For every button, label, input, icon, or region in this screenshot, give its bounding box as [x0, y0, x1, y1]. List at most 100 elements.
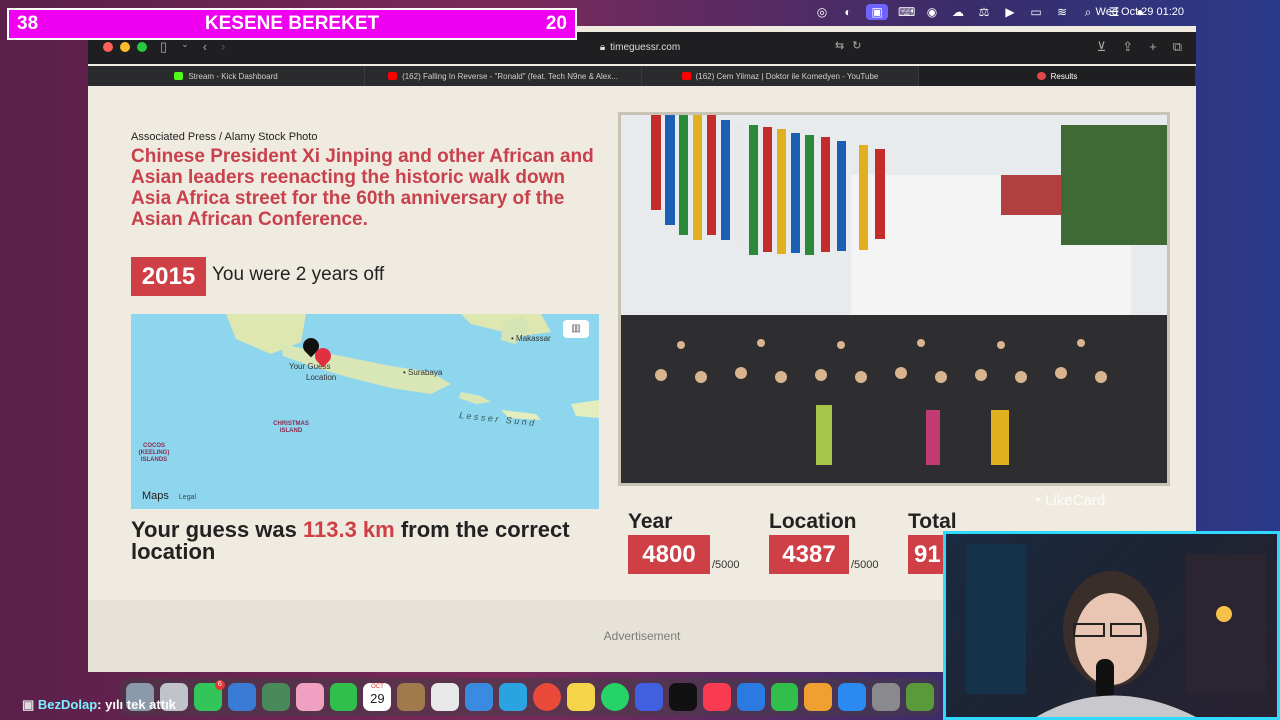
- wifi-icon[interactable]: ≋: [1054, 4, 1070, 20]
- traffic-lights: [103, 42, 147, 52]
- facetime-icon[interactable]: [329, 683, 358, 711]
- close-icon[interactable]: [103, 42, 113, 52]
- share-icon[interactable]: ⇪: [1122, 39, 1133, 55]
- microphone: [1096, 659, 1114, 699]
- tab-youtube-video[interactable]: (162) Cem Yilmaz | Doktor ile Komedyen -…: [642, 66, 919, 86]
- cloud-icon[interactable]: ☁: [950, 4, 966, 20]
- play-icon[interactable]: ▶: [1002, 4, 1018, 20]
- distance-summary: Your guess was 113.3 km from the correct…: [131, 519, 611, 563]
- settings-icon[interactable]: [872, 683, 901, 711]
- distance-value: 113.3 km: [302, 517, 395, 542]
- lock-icon: 🔒︎: [599, 41, 606, 53]
- chat-username: BezDolap: [37, 697, 98, 712]
- battery-icon[interactable]: ▭: [1028, 4, 1044, 20]
- map-land: [226, 314, 599, 420]
- wallet-icon[interactable]: ◎: [814, 4, 830, 20]
- tab-youtube-music[interactable]: (162) Falling In Reverse - "Ronald" (fea…: [365, 66, 642, 86]
- mail-icon[interactable]: [227, 683, 256, 711]
- messages-icon[interactable]: 6: [193, 680, 225, 711]
- new-tab-icon[interactable]: +: [1149, 39, 1157, 55]
- photos-icon[interactable]: [295, 683, 324, 711]
- address-bar[interactable]: 🔒︎ timeguessr.com: [420, 38, 860, 56]
- search-icon[interactable]: ⌕: [1080, 4, 1096, 20]
- shelf: [966, 544, 1026, 694]
- calendar-icon[interactable]: OCT 29: [363, 683, 392, 711]
- safari-icon[interactable]: [465, 683, 494, 711]
- label-makassar: • Makassar: [511, 334, 551, 343]
- kick-icon: [174, 72, 184, 80]
- app-store-icon[interactable]: [838, 683, 867, 711]
- photo-description: Chinese President Xi Jinping and other A…: [131, 146, 594, 230]
- score-total-value: 91: [908, 535, 944, 574]
- tab-label: Stream - Kick Dashboard: [188, 71, 278, 81]
- score-year-max: /5000: [712, 559, 740, 571]
- calendar-day: 29: [370, 691, 385, 706]
- telegram-icon[interactable]: [499, 683, 528, 711]
- tab-results[interactable]: Results: [919, 66, 1196, 86]
- shelf-right: [1186, 554, 1266, 694]
- keynote-icon[interactable]: [736, 683, 765, 711]
- eye-icon[interactable]: ◉: [924, 4, 940, 20]
- back-icon[interactable]: ‹: [203, 39, 207, 55]
- photo-credit: Associated Press / Alamy Stock Photo: [131, 131, 318, 143]
- label-makassar-text: Makassar: [516, 334, 551, 343]
- tab-kick[interactable]: Stream - Kick Dashboard: [88, 66, 365, 86]
- chrome-icon[interactable]: [533, 683, 561, 711]
- reminders-icon[interactable]: [431, 683, 460, 711]
- notes-archive-icon[interactable]: [397, 683, 426, 711]
- music-icon[interactable]: [702, 683, 731, 711]
- minimize-icon[interactable]: [120, 42, 130, 52]
- label-surabaya: • Surabaya: [403, 368, 442, 377]
- map-type-button[interactable]: ▥: [563, 320, 589, 338]
- label-location: Location: [306, 373, 337, 382]
- tab-label: Results: [1050, 71, 1078, 81]
- label-christmas-island: CHRISTMAS ISLAND: [273, 421, 309, 434]
- likecard-watermark: ◔ LikeCard: [1032, 492, 1105, 509]
- youtube-icon: [388, 72, 398, 80]
- forward-icon[interactable]: ›: [221, 39, 225, 55]
- yellow-outfit: [991, 410, 1009, 465]
- city-dot: •: [403, 368, 406, 377]
- notes-icon[interactable]: [566, 683, 595, 711]
- score-year-value: 4800: [628, 535, 710, 574]
- maps-icon[interactable]: [261, 683, 290, 711]
- reload-icon[interactable]: ↻: [852, 39, 861, 52]
- sidebar-icon[interactable]: ▯: [160, 39, 167, 55]
- chevron-down-icon[interactable]: ⌄: [181, 39, 189, 55]
- city-dot: •: [511, 334, 514, 343]
- chat-text: : yılı tek attık: [97, 697, 176, 712]
- score-location-value: 4387: [769, 535, 849, 574]
- keyboard-icon[interactable]: ⌨: [898, 4, 915, 20]
- photo-scene: [621, 115, 1167, 483]
- trees: [1061, 125, 1167, 245]
- download-icon[interactable]: ⊻: [1097, 39, 1107, 55]
- webcam-overlay: [943, 531, 1280, 720]
- result-map[interactable]: • Makassar • Surabaya Your Guess Locatio…: [131, 314, 599, 509]
- menu-clock[interactable]: Wed Oct 29 01:20: [1096, 6, 1184, 18]
- legal-link[interactable]: Legal: [179, 494, 196, 501]
- banner-left-count: 38: [17, 13, 39, 34]
- whatsapp-icon[interactable]: [600, 683, 629, 711]
- tab-overview-icon[interactable]: ⧉: [1173, 39, 1182, 55]
- zoom-icon[interactable]: [137, 42, 147, 52]
- apple-maps-attribution: Maps Legal: [138, 490, 196, 502]
- chat-message: ▣ BezDolap: yılı tek attık: [22, 697, 176, 713]
- scale-icon[interactable]: ⚖: [976, 4, 992, 20]
- year-difference: You were 2 years off: [212, 264, 385, 285]
- screen-icon[interactable]: ▣: [866, 4, 888, 20]
- palette-icon[interactable]: ◐: [840, 4, 856, 20]
- flores-land: [571, 400, 599, 418]
- game-icon[interactable]: [906, 683, 935, 711]
- apple-tv-icon[interactable]: [668, 683, 697, 711]
- pages-icon[interactable]: [804, 683, 833, 711]
- messages-badge: 6: [214, 680, 225, 690]
- freeform-icon[interactable]: [634, 683, 663, 711]
- tab-label: (162) Falling In Reverse - "Ronald" (fea…: [402, 71, 618, 81]
- chat-badge-icon: ▣: [22, 697, 35, 712]
- event-photo: [618, 112, 1170, 486]
- label-cocos-islands: COCOS (KEELING) ISLANDS: [138, 443, 170, 463]
- tab-bar: Stream - Kick Dashboard (162) Falling In…: [88, 66, 1196, 86]
- lamp: [1216, 606, 1232, 622]
- translate-icon[interactable]: ⇆: [835, 39, 844, 52]
- numbers-icon[interactable]: [770, 683, 799, 711]
